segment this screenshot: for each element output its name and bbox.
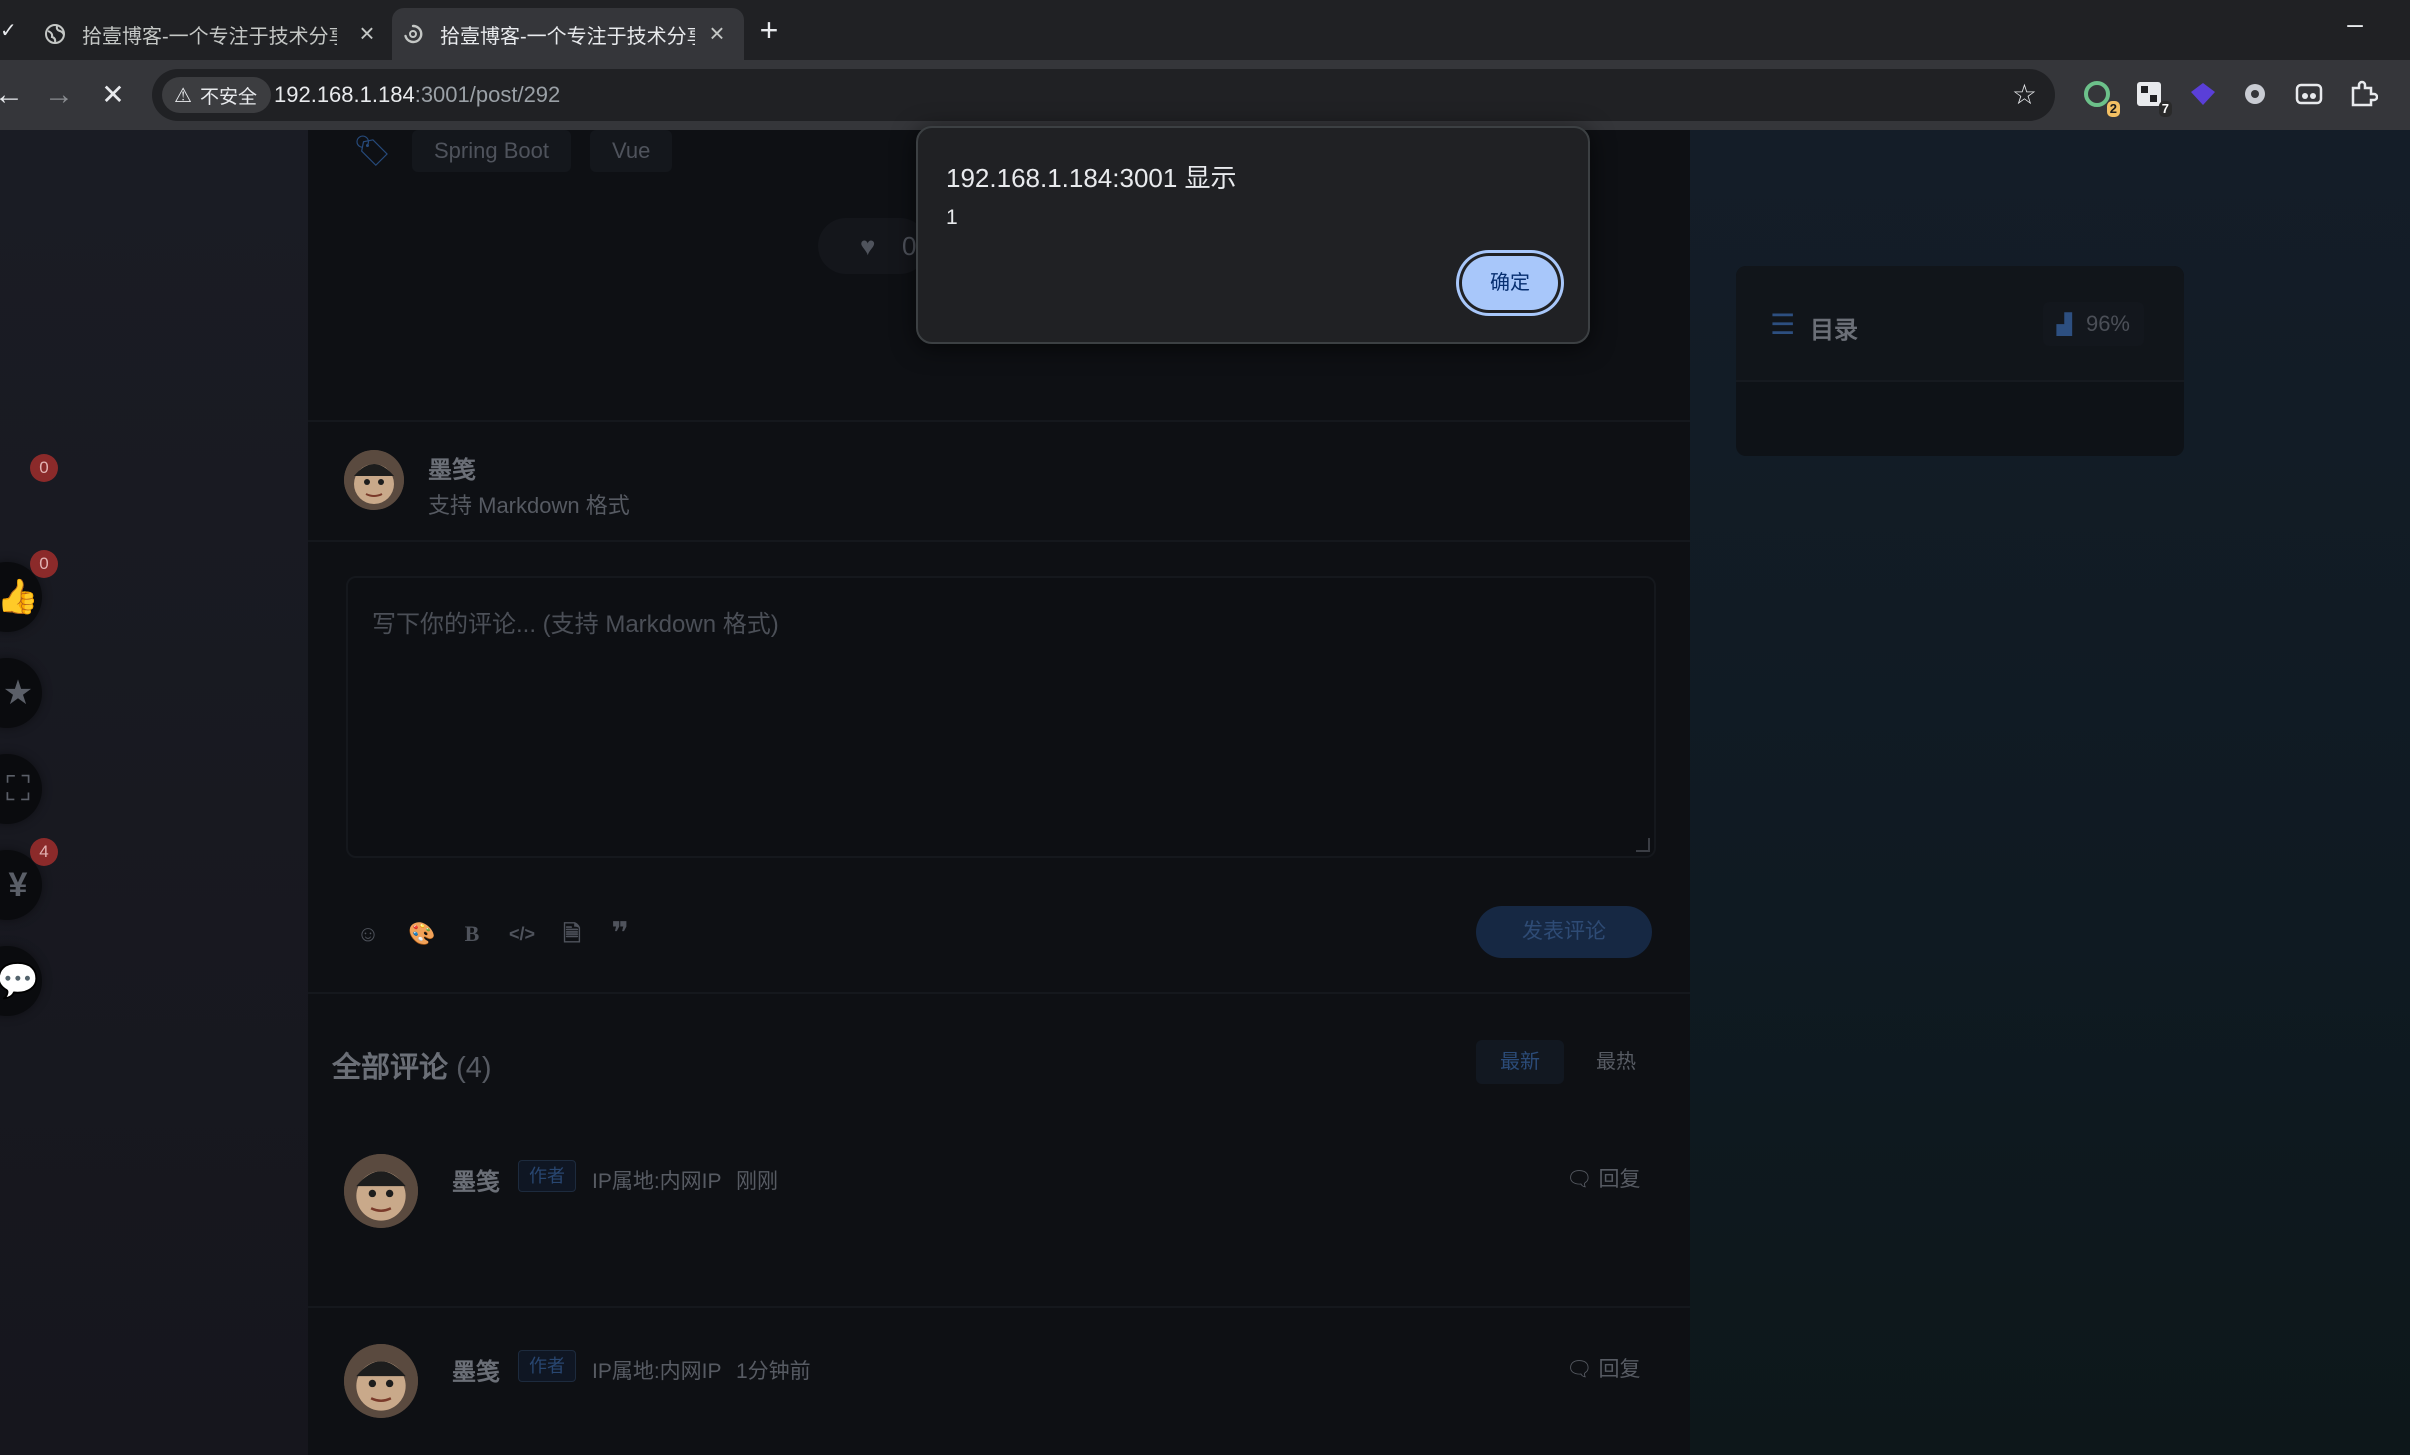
security-indicator[interactable]: ⚠ 不安全 — [162, 77, 271, 113]
comments-count: (4) — [456, 1052, 492, 1084]
progress-value: 96% — [2085, 311, 2130, 336]
sort-newest-button[interactable]: 最新 — [1476, 1040, 1564, 1084]
forward-arrow-icon[interactable]: → — [42, 78, 76, 112]
extension-badge: 2 — [2106, 101, 2120, 117]
extension-e-icon[interactable] — [2292, 77, 2326, 111]
section-divider — [308, 540, 1690, 542]
toc-header: ☰ 目录 ▟ 96% — [1736, 266, 2184, 382]
left-margin — [0, 130, 308, 1455]
comment-divider — [308, 1306, 1690, 1308]
reply-label: 回复 — [1598, 1358, 1641, 1381]
star-icon: ★ — [2, 674, 34, 712]
tab-title: 拾壹博客-一个专注于技术分享的 — [440, 25, 695, 48]
submit-comment-button[interactable]: 发表评论 — [1476, 906, 1652, 958]
article-like-button[interactable]: ♥ 0 — [818, 218, 928, 274]
emoji-icon[interactable]: ☺ — [352, 918, 384, 950]
extensions-puzzle-icon[interactable] — [2346, 77, 2380, 111]
current-user-name: 墨笺 — [428, 457, 476, 484]
author-badge: 作者 — [518, 1350, 576, 1382]
comment-time: 刚刚 — [736, 1170, 778, 1193]
heart-icon: ♥ — [860, 231, 876, 261]
dialog-ok-button[interactable]: 确定 — [1462, 256, 1558, 310]
comments-heading: 全部评论 (4) — [332, 1044, 492, 1086]
section-divider — [308, 992, 1690, 994]
resize-handle-icon[interactable] — [1636, 838, 1650, 852]
browser-toolbar: ← → ✕ ⚠ 不安全 192.168.1.184:3001/post/292 … — [0, 60, 2410, 130]
comment-count-badge: 4 — [30, 838, 58, 866]
back-arrow-icon[interactable]: ← — [0, 78, 26, 112]
table-of-contents: ☰ 目录 ▟ 96% — [1736, 266, 2184, 456]
fullscreen-icon: ⛶ — [6, 769, 30, 808]
tags-icon: 🏷 — [353, 135, 392, 168]
browser-tab-2-active[interactable]: 拾壹博客-一个专注于技术分享的 × — [392, 8, 744, 60]
extension-c-icon[interactable] — [2186, 77, 2220, 111]
code-icon[interactable]: </> — [506, 918, 538, 950]
reply-button[interactable]: 🗨 回复 — [1566, 1353, 1641, 1383]
reply-label: 回复 — [1598, 1168, 1641, 1191]
url-text[interactable]: 192.168.1.184:3001/post/292 — [274, 82, 560, 108]
tab-search-chevron-icon[interactable]: ✓ — [0, 18, 17, 42]
close-tab-icon[interactable]: × — [704, 20, 730, 46]
comment-ip: IP属地:内网IP — [592, 1360, 722, 1383]
reading-progress: ▟ 96% — [2042, 302, 2144, 346]
minimize-window-icon[interactable]: – — [2340, 10, 2370, 42]
comment-time: 1分钟前 — [736, 1360, 811, 1383]
like-count-badge: 0 — [30, 454, 58, 482]
reply-bubble-icon: 🗨 — [1566, 1168, 1593, 1191]
article-like-count: 0 — [902, 231, 917, 261]
comment-author[interactable]: 墨笺 — [452, 1162, 500, 1197]
bold-icon[interactable]: B — [456, 918, 488, 950]
tag-spring-boot[interactable]: Spring Boot — [412, 130, 571, 172]
comment-avatar[interactable] — [344, 1154, 418, 1228]
dialog-message: 1 — [946, 206, 958, 229]
comments-title: 全部评论 — [332, 1052, 449, 1084]
tab-title: 拾壹博客-一个专注于技术分享的 — [82, 25, 337, 48]
reply-bubble-icon: 🗨 — [1566, 1358, 1593, 1381]
author-badge: 作者 — [518, 1160, 576, 1192]
comment-textarea[interactable] — [348, 578, 1654, 856]
url-path: :3001/post/292 — [414, 82, 561, 107]
bookmark-star-icon[interactable]: ☆ — [2012, 78, 2037, 111]
stop-loading-icon[interactable]: ✕ — [96, 78, 130, 112]
browser-tab-1[interactable]: 拾壹博客-一个专注于技术分享的 × — [30, 8, 394, 60]
extension-a-icon[interactable]: 2 — [2080, 77, 2120, 117]
thumbs-up-icon: 👍 — [0, 578, 40, 616]
extension-d-icon[interactable] — [2238, 77, 2272, 111]
dialog-title: 192.168.1.184:3001 显示 — [946, 163, 1237, 193]
loading-spinner-icon — [404, 24, 423, 44]
close-tab-icon[interactable]: × — [354, 20, 380, 46]
comment-ip: IP属地:内网IP — [592, 1170, 722, 1193]
globe-icon — [45, 24, 65, 44]
reply-button[interactable]: 🗨 回复 — [1566, 1163, 1641, 1193]
current-user-avatar — [344, 450, 404, 510]
yen-icon: ¥ — [8, 865, 28, 904]
browser-tab-bar: ✓ 拾壹博客-一个专注于技术分享的 × 拾壹博客-一个专注于技术分享的 × + … — [0, 0, 2410, 60]
file-icon[interactable]: 🗎 — [556, 918, 588, 950]
sort-hottest-button[interactable]: 最热 — [1576, 1040, 1656, 1084]
palette-icon[interactable]: 🎨 — [406, 918, 438, 950]
warning-icon: ⚠ — [174, 84, 192, 107]
extension-badge: 7 — [2158, 101, 2172, 117]
quote-icon[interactable]: ❞ — [604, 918, 636, 950]
extension-b-icon[interactable]: 7 — [2132, 77, 2172, 117]
section-divider — [308, 420, 1690, 422]
comment-avatar[interactable] — [344, 1344, 418, 1418]
markdown-hint: 支持 Markdown 格式 — [428, 493, 630, 518]
alert-dialog: 192.168.1.184:3001 显示 1 确定 — [916, 126, 1590, 344]
security-label: 不安全 — [199, 86, 257, 108]
url-host: 192.168.1.184 — [274, 82, 415, 107]
progress-icon: ▟ — [2056, 313, 2072, 336]
comment-author[interactable]: 墨笺 — [452, 1352, 500, 1387]
address-bar[interactable]: ⚠ 不安全 192.168.1.184:3001/post/292 ☆ — [152, 69, 2055, 121]
new-tab-button[interactable]: + — [752, 14, 786, 48]
toc-title: 目录 — [1810, 317, 1858, 344]
favorite-count-badge: 0 — [30, 550, 58, 578]
comment-textarea-wrapper — [346, 576, 1656, 858]
list-icon: ☰ — [1770, 309, 1796, 340]
comment-icon: 💬 — [0, 962, 40, 1000]
tag-vue[interactable]: Vue — [590, 130, 673, 172]
